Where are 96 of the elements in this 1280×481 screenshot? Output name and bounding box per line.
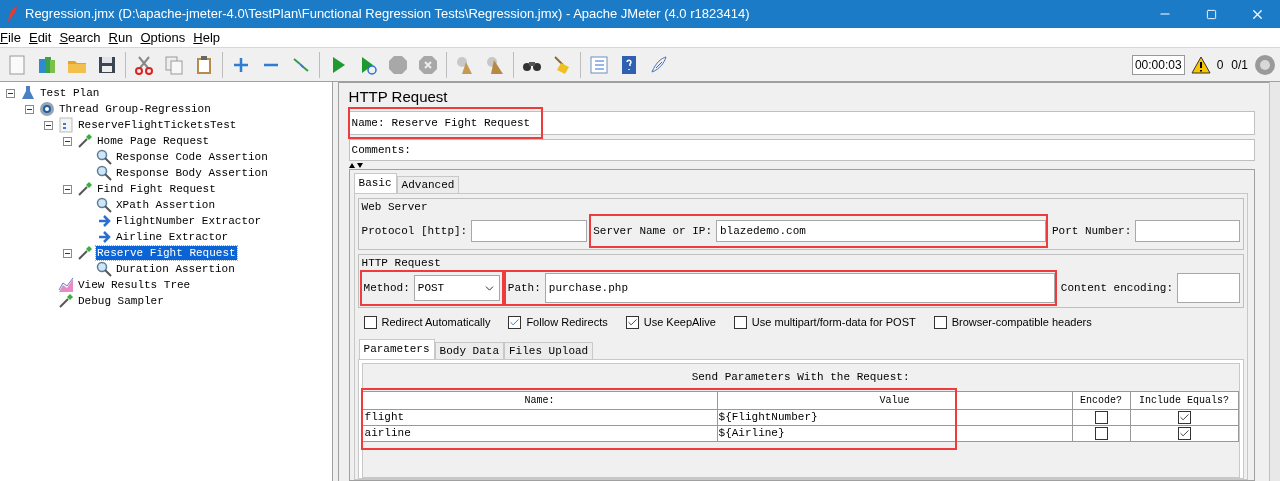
field-label: HTTP Request [361,257,442,269]
scrollbar[interactable] [1268,82,1280,481]
magnifier-icon [96,197,112,213]
tree-item[interactable]: Home Page Request [96,134,211,148]
error-count: 0 [1216,56,1224,74]
checkbox-label: Browser-compatible headers [951,315,1092,330]
tree-item[interactable]: Duration Assertion [115,262,236,276]
gear-icon [39,101,55,117]
arrow-icon [96,213,112,229]
magnifier-icon [96,261,112,277]
tree-item[interactable]: Response Code Assertion [115,150,269,164]
list-icon[interactable] [588,53,610,76]
thread-count: 0/1 [1231,56,1248,74]
magnifier-icon [96,165,112,181]
tree-item[interactable]: Thread Group-Regression [58,102,212,116]
table-caption: Send Parameters With the Request: [690,369,911,385]
collapse-icon[interactable] [43,120,53,130]
tree-item[interactable]: XPath Assertion [115,198,217,212]
text-field[interactable] [1135,220,1240,242]
checkbox-label: Use multipart/form-data for POST [751,315,916,330]
pipette-icon [77,245,93,261]
tree-item[interactable]: Debug Sampler [77,294,165,308]
column-header[interactable]: Include Equals? [1130,392,1239,409]
field-label: Port Number: [1052,223,1132,239]
window-title: Regression.jmx (D:\apache-jmeter-4.0\TestPlan\Functional Regression Tests\Regression.jmx) - Apache JMeter (4.0 r1823414) [25,5,750,24]
menu-item[interactable]: Edit [28,28,52,47]
table-cell: ${FlightNumber} [717,410,1073,425]
pipette-icon [77,133,93,149]
field-label: Protocol [http]: [361,223,468,239]
magnifier-icon [96,149,112,165]
menu-item[interactable]: Run [108,28,133,47]
text-field[interactable] [1177,273,1240,303]
checkbox-label: Redirect Automatically [381,315,491,330]
tree-item[interactable]: FlightNumber Extractor [115,214,263,228]
field-label: Path: [507,280,541,296]
feather-icon [6,5,20,23]
menu-item[interactable]: Help [193,28,220,47]
menu-item[interactable]: Search [59,28,101,47]
method-dropdown[interactable]: POST [413,275,500,301]
menu-item[interactable]: Options [140,28,186,47]
checkbox[interactable] [1177,411,1191,424]
field-label: Comments: [351,142,411,158]
checkbox[interactable] [1094,411,1108,424]
tab[interactable]: Advanced [396,176,460,193]
text-field[interactable]: blazedemo.com [716,220,1046,242]
checkbox[interactable] [1094,427,1108,440]
table-cell: airline [362,426,718,441]
text-field[interactable]: purchase.php [544,273,1055,303]
flask-icon [20,85,36,101]
pipette-icon [58,293,74,309]
checkbox[interactable] [933,315,947,329]
document-icon [58,117,74,133]
collapse-icon[interactable] [5,88,15,98]
column-header[interactable]: Encode? [1072,392,1131,409]
tree-item[interactable]: Airline Extractor [115,230,230,244]
column-header[interactable]: Name: [362,392,718,409]
checkbox[interactable] [508,315,522,329]
tree-item[interactable]: ReserveFlightTicketsTest [77,118,238,132]
warning-icon[interactable] [1190,55,1211,74]
field-label: Web Server [361,201,429,213]
checkbox-label: Follow Redirects [526,315,608,330]
table-cell: flight [362,410,718,425]
tab[interactable]: Files Upload [504,341,594,359]
chart-icon [58,277,74,293]
tab[interactable]: Parameters [358,338,435,359]
text-field[interactable] [471,220,588,242]
tab[interactable]: Body Data [434,341,504,359]
panel-title: HTTP Request [348,87,449,107]
checkbox[interactable] [625,315,639,329]
tree-item[interactable]: View Results Tree [77,278,192,292]
pipette-icon [77,181,93,197]
collapse-icon[interactable] [62,248,72,258]
collapse-icon[interactable] [62,136,72,146]
feather-icon[interactable] [648,53,670,76]
maximize-icon [1205,8,1217,20]
field-label: Content encoding: [1060,280,1173,296]
stop-icon[interactable] [387,53,409,76]
shutdown-icon[interactable] [417,53,439,76]
collapse-icon[interactable] [62,184,72,194]
menu-item[interactable]: File [0,28,21,47]
checkbox[interactable] [1177,427,1191,440]
checkbox-label: Use KeepAlive [643,315,716,330]
field-label: Method: [363,280,410,296]
table-cell: ${Airline} [717,426,1073,441]
collapse-icon[interactable] [24,104,34,114]
checkbox[interactable] [363,315,377,329]
field-label: Server Name or IP: [593,223,712,239]
checkbox[interactable] [733,315,747,329]
column-header[interactable]: Value [717,392,1073,409]
tree-item[interactable]: Find Fight Request [96,182,217,196]
tree-item[interactable]: Reserve Fight Request [96,246,237,260]
timer-field: 00:00:03 [1131,54,1185,75]
tree-item[interactable]: Response Body Assertion [115,166,269,180]
tab[interactable]: Basic [353,173,397,193]
tree-item[interactable]: Test Plan [39,86,101,100]
arrow-icon [96,229,112,245]
